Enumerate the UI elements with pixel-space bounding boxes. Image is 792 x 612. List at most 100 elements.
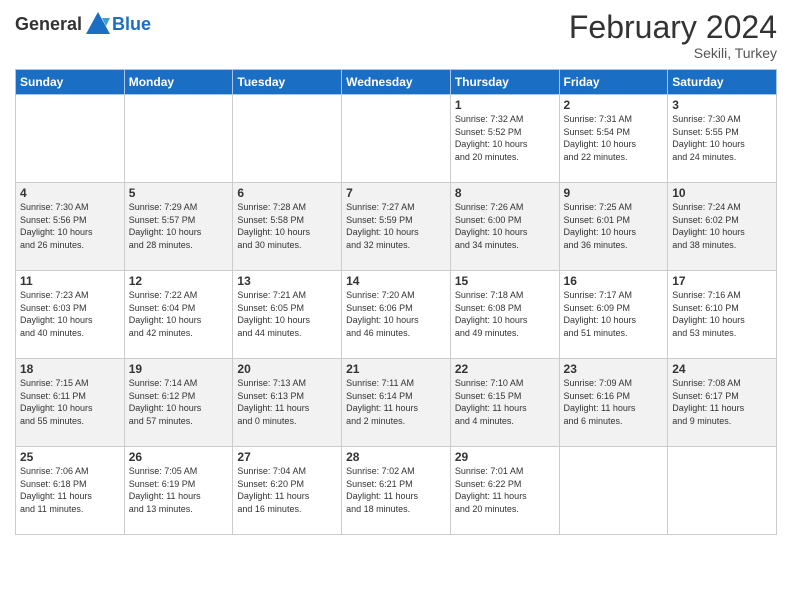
day-cell: 1Sunrise: 7:32 AMSunset: 5:52 PMDaylight… bbox=[450, 95, 559, 183]
day-number: 24 bbox=[672, 362, 772, 376]
day-number: 5 bbox=[129, 186, 229, 200]
day-cell: 14Sunrise: 7:20 AMSunset: 6:06 PMDayligh… bbox=[342, 271, 451, 359]
main-container: General Blue February 2024 Sekili, Turke… bbox=[0, 0, 792, 540]
day-cell: 3Sunrise: 7:30 AMSunset: 5:55 PMDaylight… bbox=[668, 95, 777, 183]
day-cell: 7Sunrise: 7:27 AMSunset: 5:59 PMDaylight… bbox=[342, 183, 451, 271]
day-number: 29 bbox=[455, 450, 555, 464]
calendar-body: 1Sunrise: 7:32 AMSunset: 5:52 PMDaylight… bbox=[16, 95, 777, 535]
day-info: Sunrise: 7:18 AMSunset: 6:08 PMDaylight:… bbox=[455, 289, 555, 339]
col-sunday: Sunday bbox=[16, 70, 125, 95]
day-info: Sunrise: 7:01 AMSunset: 6:22 PMDaylight:… bbox=[455, 465, 555, 515]
day-number: 12 bbox=[129, 274, 229, 288]
day-cell: 5Sunrise: 7:29 AMSunset: 5:57 PMDaylight… bbox=[124, 183, 233, 271]
logo: General Blue bbox=[15, 10, 151, 38]
day-info: Sunrise: 7:25 AMSunset: 6:01 PMDaylight:… bbox=[564, 201, 664, 251]
day-cell: 11Sunrise: 7:23 AMSunset: 6:03 PMDayligh… bbox=[16, 271, 125, 359]
day-number: 25 bbox=[20, 450, 120, 464]
day-cell: 8Sunrise: 7:26 AMSunset: 6:00 PMDaylight… bbox=[450, 183, 559, 271]
col-saturday: Saturday bbox=[668, 70, 777, 95]
col-friday: Friday bbox=[559, 70, 668, 95]
day-number: 7 bbox=[346, 186, 446, 200]
day-cell bbox=[233, 95, 342, 183]
day-number: 11 bbox=[20, 274, 120, 288]
header: General Blue February 2024 Sekili, Turke… bbox=[15, 10, 777, 61]
day-info: Sunrise: 7:05 AMSunset: 6:19 PMDaylight:… bbox=[129, 465, 229, 515]
day-info: Sunrise: 7:20 AMSunset: 6:06 PMDaylight:… bbox=[346, 289, 446, 339]
day-number: 3 bbox=[672, 98, 772, 112]
day-cell: 28Sunrise: 7:02 AMSunset: 6:21 PMDayligh… bbox=[342, 447, 451, 535]
week-row-1: 1Sunrise: 7:32 AMSunset: 5:52 PMDaylight… bbox=[16, 95, 777, 183]
day-cell: 13Sunrise: 7:21 AMSunset: 6:05 PMDayligh… bbox=[233, 271, 342, 359]
day-info: Sunrise: 7:11 AMSunset: 6:14 PMDaylight:… bbox=[346, 377, 446, 427]
week-row-5: 25Sunrise: 7:06 AMSunset: 6:18 PMDayligh… bbox=[16, 447, 777, 535]
day-cell: 6Sunrise: 7:28 AMSunset: 5:58 PMDaylight… bbox=[233, 183, 342, 271]
day-number: 13 bbox=[237, 274, 337, 288]
day-info: Sunrise: 7:13 AMSunset: 6:13 PMDaylight:… bbox=[237, 377, 337, 427]
day-cell: 23Sunrise: 7:09 AMSunset: 6:16 PMDayligh… bbox=[559, 359, 668, 447]
day-number: 23 bbox=[564, 362, 664, 376]
day-number: 16 bbox=[564, 274, 664, 288]
day-info: Sunrise: 7:26 AMSunset: 6:00 PMDaylight:… bbox=[455, 201, 555, 251]
month-title: February 2024 bbox=[569, 10, 777, 45]
week-row-4: 18Sunrise: 7:15 AMSunset: 6:11 PMDayligh… bbox=[16, 359, 777, 447]
day-cell: 9Sunrise: 7:25 AMSunset: 6:01 PMDaylight… bbox=[559, 183, 668, 271]
day-number: 4 bbox=[20, 186, 120, 200]
day-cell: 15Sunrise: 7:18 AMSunset: 6:08 PMDayligh… bbox=[450, 271, 559, 359]
day-cell: 16Sunrise: 7:17 AMSunset: 6:09 PMDayligh… bbox=[559, 271, 668, 359]
col-tuesday: Tuesday bbox=[233, 70, 342, 95]
day-number: 26 bbox=[129, 450, 229, 464]
day-number: 22 bbox=[455, 362, 555, 376]
header-row: Sunday Monday Tuesday Wednesday Thursday… bbox=[16, 70, 777, 95]
day-info: Sunrise: 7:15 AMSunset: 6:11 PMDaylight:… bbox=[20, 377, 120, 427]
day-cell: 27Sunrise: 7:04 AMSunset: 6:20 PMDayligh… bbox=[233, 447, 342, 535]
day-info: Sunrise: 7:04 AMSunset: 6:20 PMDaylight:… bbox=[237, 465, 337, 515]
day-number: 8 bbox=[455, 186, 555, 200]
day-cell bbox=[16, 95, 125, 183]
logo-blue-text: Blue bbox=[112, 14, 151, 35]
day-info: Sunrise: 7:17 AMSunset: 6:09 PMDaylight:… bbox=[564, 289, 664, 339]
day-number: 10 bbox=[672, 186, 772, 200]
day-info: Sunrise: 7:23 AMSunset: 6:03 PMDaylight:… bbox=[20, 289, 120, 339]
day-cell bbox=[124, 95, 233, 183]
title-section: February 2024 Sekili, Turkey bbox=[569, 10, 777, 61]
day-info: Sunrise: 7:30 AMSunset: 5:56 PMDaylight:… bbox=[20, 201, 120, 251]
day-cell: 2Sunrise: 7:31 AMSunset: 5:54 PMDaylight… bbox=[559, 95, 668, 183]
day-number: 17 bbox=[672, 274, 772, 288]
day-info: Sunrise: 7:08 AMSunset: 6:17 PMDaylight:… bbox=[672, 377, 772, 427]
day-number: 15 bbox=[455, 274, 555, 288]
day-info: Sunrise: 7:30 AMSunset: 5:55 PMDaylight:… bbox=[672, 113, 772, 163]
day-cell bbox=[668, 447, 777, 535]
col-monday: Monday bbox=[124, 70, 233, 95]
day-cell: 12Sunrise: 7:22 AMSunset: 6:04 PMDayligh… bbox=[124, 271, 233, 359]
day-number: 9 bbox=[564, 186, 664, 200]
day-info: Sunrise: 7:10 AMSunset: 6:15 PMDaylight:… bbox=[455, 377, 555, 427]
day-number: 18 bbox=[20, 362, 120, 376]
day-info: Sunrise: 7:27 AMSunset: 5:59 PMDaylight:… bbox=[346, 201, 446, 251]
day-number: 14 bbox=[346, 274, 446, 288]
day-cell: 18Sunrise: 7:15 AMSunset: 6:11 PMDayligh… bbox=[16, 359, 125, 447]
day-info: Sunrise: 7:06 AMSunset: 6:18 PMDaylight:… bbox=[20, 465, 120, 515]
day-info: Sunrise: 7:31 AMSunset: 5:54 PMDaylight:… bbox=[564, 113, 664, 163]
day-number: 6 bbox=[237, 186, 337, 200]
day-cell: 24Sunrise: 7:08 AMSunset: 6:17 PMDayligh… bbox=[668, 359, 777, 447]
day-number: 20 bbox=[237, 362, 337, 376]
location: Sekili, Turkey bbox=[569, 45, 777, 61]
day-info: Sunrise: 7:28 AMSunset: 5:58 PMDaylight:… bbox=[237, 201, 337, 251]
day-cell: 17Sunrise: 7:16 AMSunset: 6:10 PMDayligh… bbox=[668, 271, 777, 359]
day-cell: 22Sunrise: 7:10 AMSunset: 6:15 PMDayligh… bbox=[450, 359, 559, 447]
day-info: Sunrise: 7:22 AMSunset: 6:04 PMDaylight:… bbox=[129, 289, 229, 339]
day-number: 28 bbox=[346, 450, 446, 464]
day-cell: 20Sunrise: 7:13 AMSunset: 6:13 PMDayligh… bbox=[233, 359, 342, 447]
day-cell: 21Sunrise: 7:11 AMSunset: 6:14 PMDayligh… bbox=[342, 359, 451, 447]
day-number: 27 bbox=[237, 450, 337, 464]
day-cell bbox=[559, 447, 668, 535]
day-number: 1 bbox=[455, 98, 555, 112]
col-thursday: Thursday bbox=[450, 70, 559, 95]
calendar-table: Sunday Monday Tuesday Wednesday Thursday… bbox=[15, 69, 777, 535]
week-row-2: 4Sunrise: 7:30 AMSunset: 5:56 PMDaylight… bbox=[16, 183, 777, 271]
week-row-3: 11Sunrise: 7:23 AMSunset: 6:03 PMDayligh… bbox=[16, 271, 777, 359]
day-info: Sunrise: 7:16 AMSunset: 6:10 PMDaylight:… bbox=[672, 289, 772, 339]
day-info: Sunrise: 7:24 AMSunset: 6:02 PMDaylight:… bbox=[672, 201, 772, 251]
day-cell: 19Sunrise: 7:14 AMSunset: 6:12 PMDayligh… bbox=[124, 359, 233, 447]
day-info: Sunrise: 7:29 AMSunset: 5:57 PMDaylight:… bbox=[129, 201, 229, 251]
